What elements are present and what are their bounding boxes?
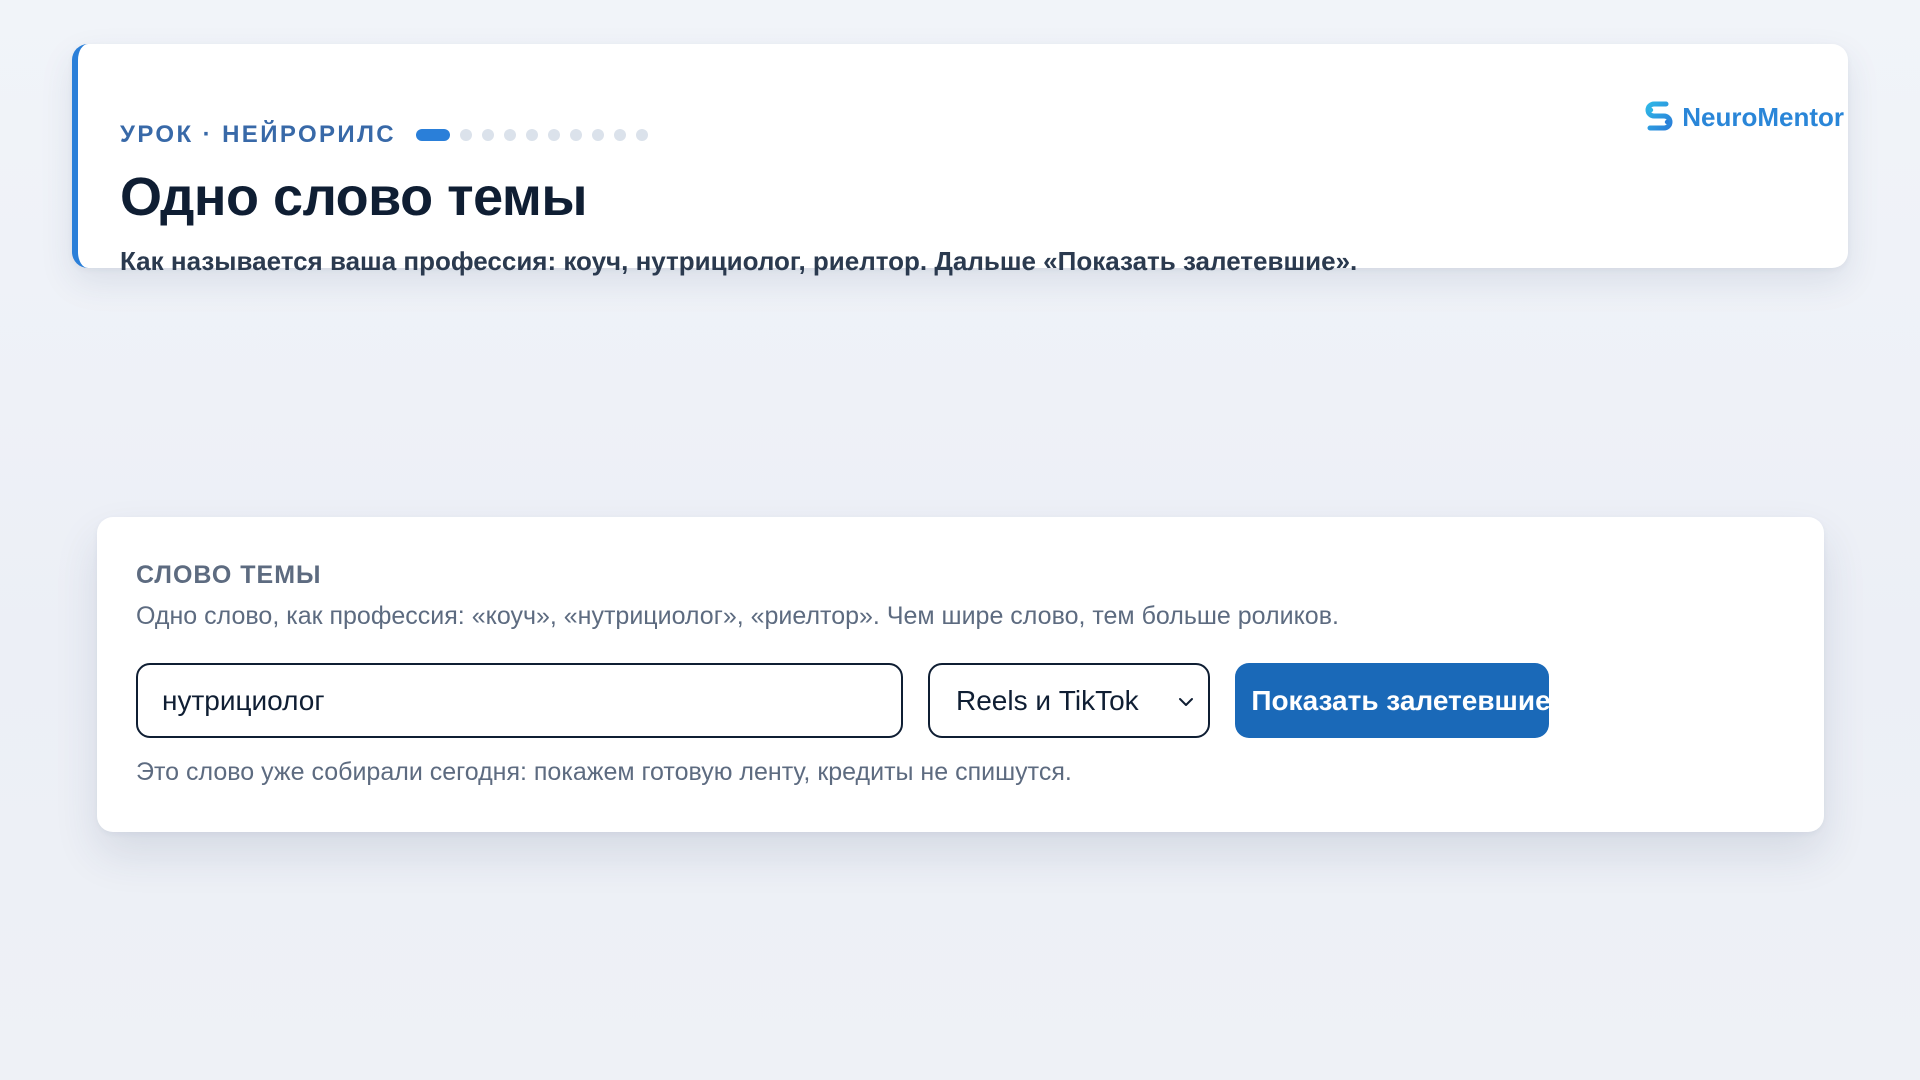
topic-search-card: СЛОВО ТЕМЫ Одно слово, как профессия: «к… xyxy=(97,517,1824,832)
show-trending-button[interactable]: Показать залетевшие xyxy=(1235,663,1551,738)
progress-dot xyxy=(460,129,473,141)
cache-status-note: Это слово уже собирали сегодня: покажем … xyxy=(136,758,1072,786)
progress-dot xyxy=(482,129,495,141)
progress-dot xyxy=(504,129,517,141)
lesson-progress-dots xyxy=(416,129,649,141)
show-trending-button-label: Показать залетевшие xyxy=(1251,684,1551,716)
lesson-subtitle: Как называется ваша профессия: коуч, нут… xyxy=(120,246,1358,276)
field-hint: Одно слово, как профессия: «коуч», «нутр… xyxy=(136,602,1339,630)
chevron-down-icon xyxy=(1179,698,1193,706)
brand-logo: NeuroMentor xyxy=(1644,100,1844,134)
lesson-eyebrow: УРОК · НЕЙРОРИЛС xyxy=(120,121,649,149)
field-label: СЛОВО ТЕМЫ xyxy=(136,561,322,589)
progress-dot xyxy=(548,129,561,141)
brand-name: NeuroMentor xyxy=(1682,101,1844,132)
topic-input[interactable] xyxy=(136,663,903,738)
page-title: Одно слово темы xyxy=(120,167,587,227)
progress-dot xyxy=(570,129,583,141)
lesson-header-card: УРОК · НЕЙРОРИЛС Одно слово темы Как наз… xyxy=(72,44,1848,276)
progress-dot xyxy=(636,129,649,141)
platform-select[interactable]: Reels и TikTok xyxy=(928,663,1210,738)
progress-dot xyxy=(526,129,539,141)
progress-dot xyxy=(592,129,605,141)
lesson-eyebrow-label: УРОК · НЕЙРОРИЛС xyxy=(120,121,397,148)
brand-logo-icon xyxy=(1645,101,1673,131)
progress-dot xyxy=(614,129,627,141)
progress-dot-current xyxy=(416,129,451,141)
platform-select-value: Reels и TikTok xyxy=(956,684,1139,716)
